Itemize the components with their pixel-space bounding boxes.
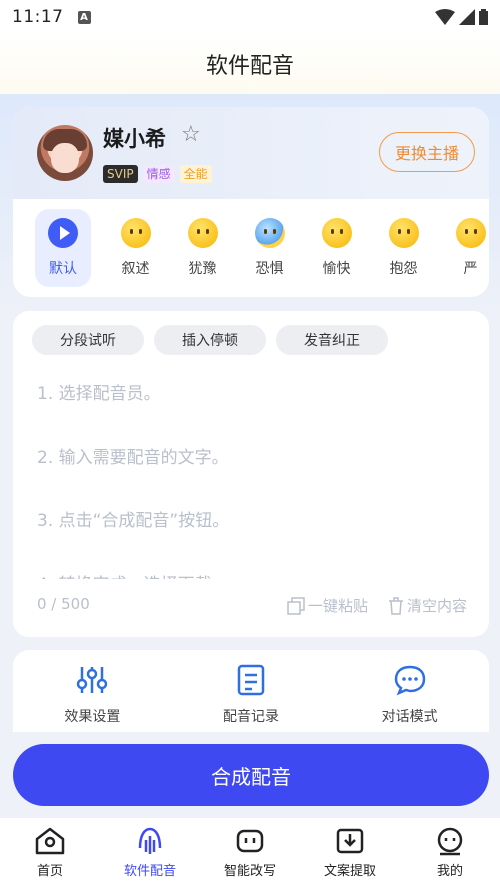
function-card: 效果设置 配音记录 对话模式: [13, 650, 489, 732]
smile-emoji-icon: [120, 218, 151, 248]
chat-icon: [394, 665, 425, 696]
emotion-stern[interactable]: 严: [437, 209, 489, 287]
tab-label: 文案提取: [323, 864, 376, 879]
emotion-list: 默认 叙述 犹豫 恐惧 愉快 抱怨 严: [13, 199, 489, 297]
emotion-label: 抱怨: [389, 261, 418, 277]
voice-name: 媒小希: [103, 127, 166, 151]
placeholder-step: 2. 输入需要配音的文字。: [37, 447, 229, 468]
dialog-mode-button[interactable]: 对话模式: [350, 664, 470, 732]
function-label: 效果设置: [64, 709, 121, 725]
emotion-hesitate[interactable]: 犹豫: [169, 209, 236, 287]
status-icons: [435, 9, 488, 25]
status-time: 11:17: [12, 7, 64, 27]
clear-button[interactable]: 清空内容: [388, 595, 467, 616]
emotion-badge: 情感: [142, 165, 175, 183]
emotion-label: 恐惧: [255, 261, 284, 277]
home-icon: [35, 827, 65, 855]
dub-records-button[interactable]: 配音记录: [191, 664, 311, 732]
switch-voice-button[interactable]: 更换主播: [379, 132, 475, 172]
thinking-emoji-icon: [187, 218, 218, 248]
emotion-label: 愉快: [322, 261, 351, 277]
emotion-default[interactable]: 默认: [35, 209, 91, 287]
stern-emoji-icon: [455, 218, 486, 248]
emotion-label: 叙述: [121, 261, 150, 277]
paste-label: 一键粘贴: [307, 597, 368, 615]
char-counter: 0 / 500: [37, 595, 90, 613]
favorite-star-icon[interactable]: ☆: [181, 122, 201, 147]
copy-icon: [287, 596, 305, 615]
bottom-tabbar: 首页 软件配音 智能改写 文案提取 我的: [0, 818, 500, 888]
tab-label: 软件配音: [123, 864, 176, 879]
tab-rewrite[interactable]: 智能改写: [200, 826, 300, 888]
clear-label: 清空内容: [406, 597, 467, 615]
allround-badge: 全能: [179, 165, 212, 183]
tab-extract[interactable]: 文案提取: [300, 826, 400, 888]
emotion-complain[interactable]: 抱怨: [370, 209, 437, 287]
effect-settings-button[interactable]: 效果设置: [32, 664, 152, 732]
voice-icon: [138, 827, 162, 854]
document-icon: [237, 664, 265, 696]
sliders-icon: [77, 667, 108, 693]
complain-emoji-icon: [388, 218, 419, 248]
trash-icon: [388, 596, 403, 615]
play-icon: [48, 218, 78, 248]
tab-voice[interactable]: 软件配音: [100, 826, 200, 888]
emotion-fear[interactable]: 恐惧: [236, 209, 303, 287]
tab-label: 我的: [436, 864, 463, 879]
profile-icon: [437, 827, 463, 856]
status-bar: 11:17 A: [0, 0, 500, 34]
segment-preview-button[interactable]: 分段试听: [32, 325, 144, 355]
emotion-label: 严: [463, 261, 478, 277]
placeholder-step: 4. 转换完成，选择下载: [37, 570, 477, 580]
emotion-narrate[interactable]: 叙述: [102, 209, 169, 287]
tab-label: 智能改写: [223, 864, 276, 879]
page-title: 软件配音: [205, 54, 294, 79]
tab-home[interactable]: 首页: [0, 826, 100, 888]
tab-label: 首页: [36, 864, 63, 879]
voice-badges: SVIP 情感 全能: [103, 165, 212, 183]
pronunciation-fix-button[interactable]: 发音纠正: [276, 325, 388, 355]
placeholder-step: 3. 点击“合成配音”按钮。: [37, 511, 230, 531]
happy-emoji-icon: [321, 218, 352, 248]
function-label: 对话模式: [381, 709, 438, 725]
tab-profile[interactable]: 我的: [400, 826, 500, 888]
scream-emoji-icon: [254, 218, 285, 248]
notification-a-icon: A: [77, 10, 91, 24]
placeholder-step: 1. 选择配音员。: [37, 384, 161, 404]
svip-badge: SVIP: [103, 165, 138, 183]
title-bar: 软件配音: [0, 34, 500, 94]
editor-actions: 一键粘贴 清空内容: [287, 595, 467, 616]
voice-avatar[interactable]: [37, 125, 93, 181]
emotion-label: 犹豫: [188, 261, 217, 277]
battery-icon: [479, 9, 488, 25]
editor-toolbar: 分段试听 插入停顿 发音纠正: [32, 325, 388, 355]
function-label: 配音记录: [222, 709, 279, 725]
synthesize-button[interactable]: 合成配音: [13, 744, 489, 806]
download-box-icon: [336, 828, 364, 854]
voice-header: 媒小希 ☆ SVIP 情感 全能 更换主播: [13, 107, 489, 199]
emotion-happy[interactable]: 愉快: [303, 209, 370, 287]
insert-pause-button[interactable]: 插入停顿: [154, 325, 266, 355]
text-input-area[interactable]: 1. 选择配音员。 2. 输入需要配音的文字。 3. 点击“合成配音”按钮。 4…: [37, 379, 477, 579]
signal-icon: [459, 9, 475, 25]
robot-icon: [236, 829, 264, 853]
wifi-icon: [435, 9, 455, 25]
emotion-label: 默认: [49, 261, 77, 277]
editor-card: 分段试听 插入停顿 发音纠正 1. 选择配音员。 2. 输入需要配音的文字。 3…: [13, 311, 489, 637]
paste-button[interactable]: 一键粘贴: [287, 595, 368, 616]
voice-card: 媒小希 ☆ SVIP 情感 全能 更换主播 默认 叙述 犹豫 恐惧 愉快 抱怨 …: [13, 107, 489, 297]
